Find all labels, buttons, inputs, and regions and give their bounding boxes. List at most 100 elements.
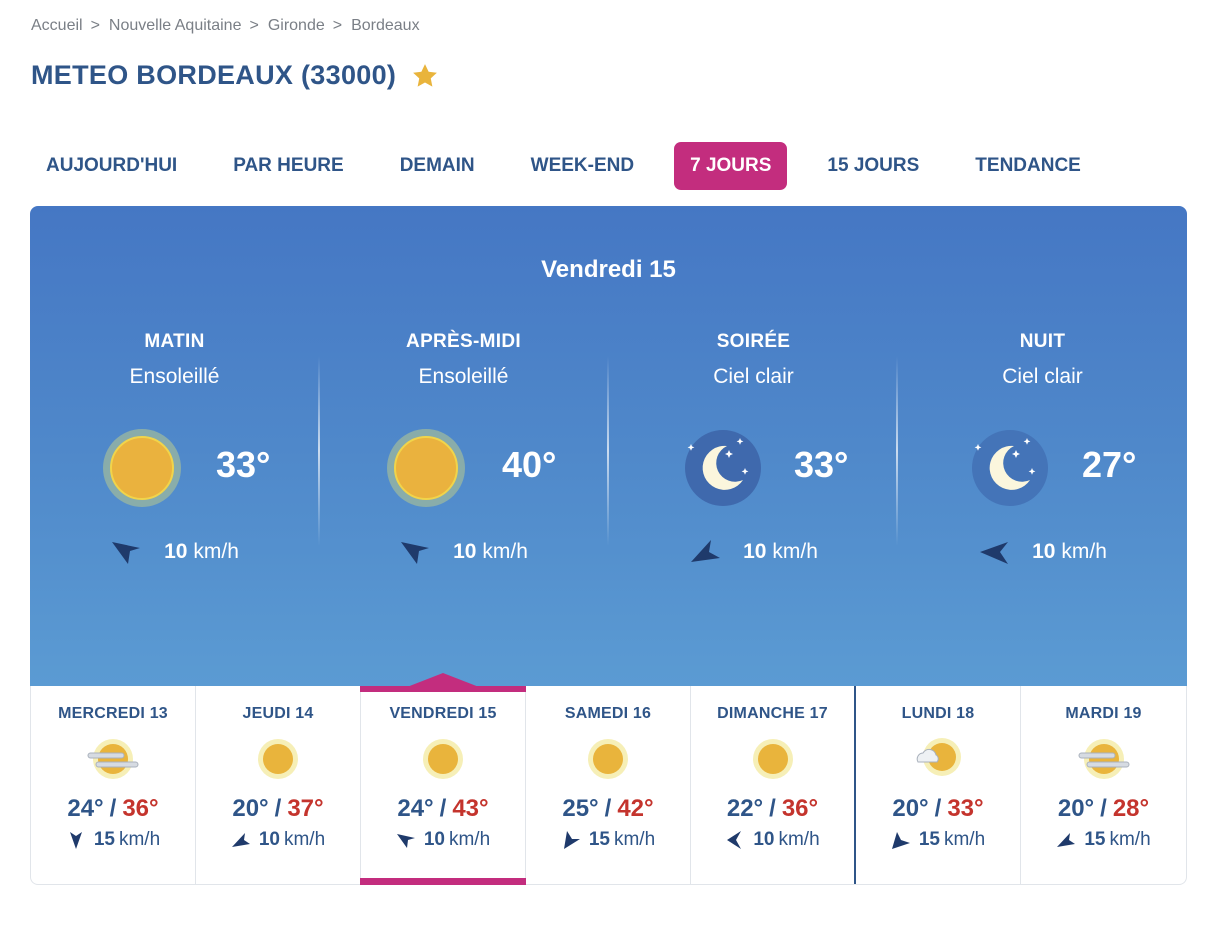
day-name: MERCREDI 13 (58, 705, 168, 722)
breadcrumb-city[interactable]: Bordeaux (351, 17, 420, 35)
sun-icon (578, 735, 638, 785)
period-description: Ciel clair (1002, 365, 1083, 388)
max-temp: 43° (452, 795, 489, 822)
day-temperatures: 24°/36° (31, 795, 195, 823)
wind-arrow-northeast-icon (231, 830, 251, 850)
day-card-jeudi[interactable]: JEUDI 14 20°/37° 10 km/h (196, 686, 361, 884)
day-name: LUNDI 18 (901, 705, 975, 722)
day-temperatures: 20°/37° (196, 795, 360, 823)
min-temp: 24° (397, 795, 434, 822)
temp-separator: / (109, 795, 117, 822)
breadcrumb-separator: > (90, 17, 100, 34)
period-temperature: 33° (794, 444, 849, 485)
day-card-vendredi[interactable]: VENDREDI 15 24°/43° 10 km/h (360, 673, 526, 885)
period-temperature: 33° (216, 444, 271, 485)
wind-unit: km/h (613, 829, 656, 850)
wind-unit: km/h (943, 829, 986, 850)
breadcrumb-department[interactable]: Gironde (268, 17, 325, 35)
day-wind: 10 km/h (361, 829, 525, 851)
min-temp: 24° (67, 795, 104, 822)
temp-separator: / (769, 795, 776, 822)
day-temperatures: 22°/36° (691, 795, 854, 823)
day-card-mardi[interactable]: MARDI 19 20°/28° 15 km/h (1021, 686, 1186, 884)
day-card-mercredi[interactable]: MERCREDI 13 24°/36° 15 km/h (31, 686, 196, 884)
wind-speed: 10 (1032, 540, 1056, 563)
tab-aujourdhui[interactable]: AUJOURD'HUI (30, 142, 193, 190)
period-description: Ciel clair (713, 365, 794, 388)
tab-week-end[interactable]: WEEK-END (515, 142, 650, 190)
day-card-dimanche[interactable]: DIMANCHE 17 22°/36° 10 km/h (691, 686, 856, 884)
wind-unit: km/h (1061, 540, 1107, 563)
day-wind: 10 km/h (691, 829, 854, 851)
tab-7-jours[interactable]: 7 JOURS (674, 142, 788, 190)
breadcrumb-separator: > (332, 17, 343, 34)
period-description: Ensoleillé (418, 365, 509, 388)
min-temp: 22° (726, 795, 764, 822)
max-temp: 28° (1112, 795, 1150, 822)
period-temperature: 40° (502, 444, 557, 485)
max-temp: 36° (122, 795, 159, 822)
tab-par-heure[interactable]: PAR HEURE (217, 142, 360, 190)
wind-arrow-southeast-icon (110, 536, 142, 568)
wind-speed: 10 (753, 829, 775, 850)
wind-unit: km/h (778, 829, 820, 850)
period-wind: 10 km/h (319, 536, 608, 568)
star-favorite-icon[interactable] (410, 61, 440, 91)
day-temperatures: 20°/33° (856, 795, 1020, 823)
wind-arrow-west-icon (725, 830, 745, 850)
wind-unit: km/h (772, 540, 818, 563)
breadcrumb-region[interactable]: Nouvelle Aquitaine (109, 17, 242, 35)
day-temperatures: 25°/42° (526, 795, 690, 823)
period-soiree: SOIRÉE Ciel clair 33° 10 km/h (609, 331, 898, 571)
tab-15-jours[interactable]: 15 JOURS (811, 142, 935, 190)
sun-icon (413, 735, 473, 785)
temp-separator: / (1100, 795, 1107, 822)
wind-unit: km/h (193, 540, 239, 563)
period-name: APRÈS-MIDI (406, 331, 521, 352)
sun-haze-icon (1074, 735, 1134, 785)
day-wind: 15 km/h (31, 829, 195, 851)
period-name: MATIN (144, 331, 205, 352)
max-temp: 36° (781, 795, 819, 822)
wind-speed: 15 (93, 829, 115, 850)
selected-day-notch (407, 673, 479, 687)
wind-unit: km/h (448, 829, 491, 850)
day-card-lundi[interactable]: LUNDI 18 20°/33° 15 km/h (856, 686, 1021, 884)
period-apres-midi: APRÈS-MIDI Ensoleillé 40° 10 km/h (319, 331, 608, 571)
wind-speed: 15 (918, 829, 940, 850)
wind-unit: km/h (118, 829, 161, 850)
sun-icon (386, 428, 466, 508)
temp-separator: / (439, 795, 447, 822)
wind-arrow-northeast-icon (891, 830, 911, 850)
day-wind: 15 km/h (526, 829, 690, 851)
day-wind: 15 km/h (1021, 829, 1186, 851)
breadcrumb-accueil[interactable]: Accueil (31, 17, 83, 35)
day-wind: 15 km/h (856, 829, 1020, 851)
period-name: SOIRÉE (716, 331, 791, 352)
day-temperatures: 24°/43° (361, 795, 525, 823)
day-name: DIMANCHE 17 (717, 705, 828, 722)
wind-speed: 10 (164, 540, 188, 563)
min-temp: 20° (892, 795, 929, 822)
sun-icon (248, 735, 308, 785)
day-card-samedi[interactable]: SAMEDI 16 25°/42° 15 km/h (526, 686, 691, 884)
period-name: NUIT (1019, 331, 1066, 352)
day-name: SAMEDI 16 (564, 705, 652, 722)
moon-stars-icon (970, 428, 1050, 508)
max-temp: 37° (287, 795, 324, 822)
tab-tendance[interactable]: TENDANCE (959, 142, 1097, 190)
period-nuit: NUIT Ciel clair 27° 10 km/h (898, 331, 1187, 571)
period-temperature: 27° (1082, 444, 1137, 485)
temp-separator: / (274, 795, 282, 822)
wind-speed: 10 (423, 829, 445, 850)
temp-separator: / (604, 795, 612, 822)
period-wind: 10 km/h (898, 536, 1187, 568)
tab-demain[interactable]: DEMAIN (384, 142, 491, 190)
wind-speed: 15 (1084, 829, 1106, 850)
day-wind: 10 km/h (196, 829, 360, 851)
day-detail-panel: Vendredi 15 MATIN Ensoleillé 33° 10 km/h… (30, 206, 1187, 686)
day-name: JEUDI 14 (242, 705, 314, 722)
max-temp: 42° (617, 795, 654, 822)
title-row: METEO BORDEAUX (33000) (31, 60, 440, 91)
wind-arrow-northeast-icon (1056, 830, 1076, 850)
